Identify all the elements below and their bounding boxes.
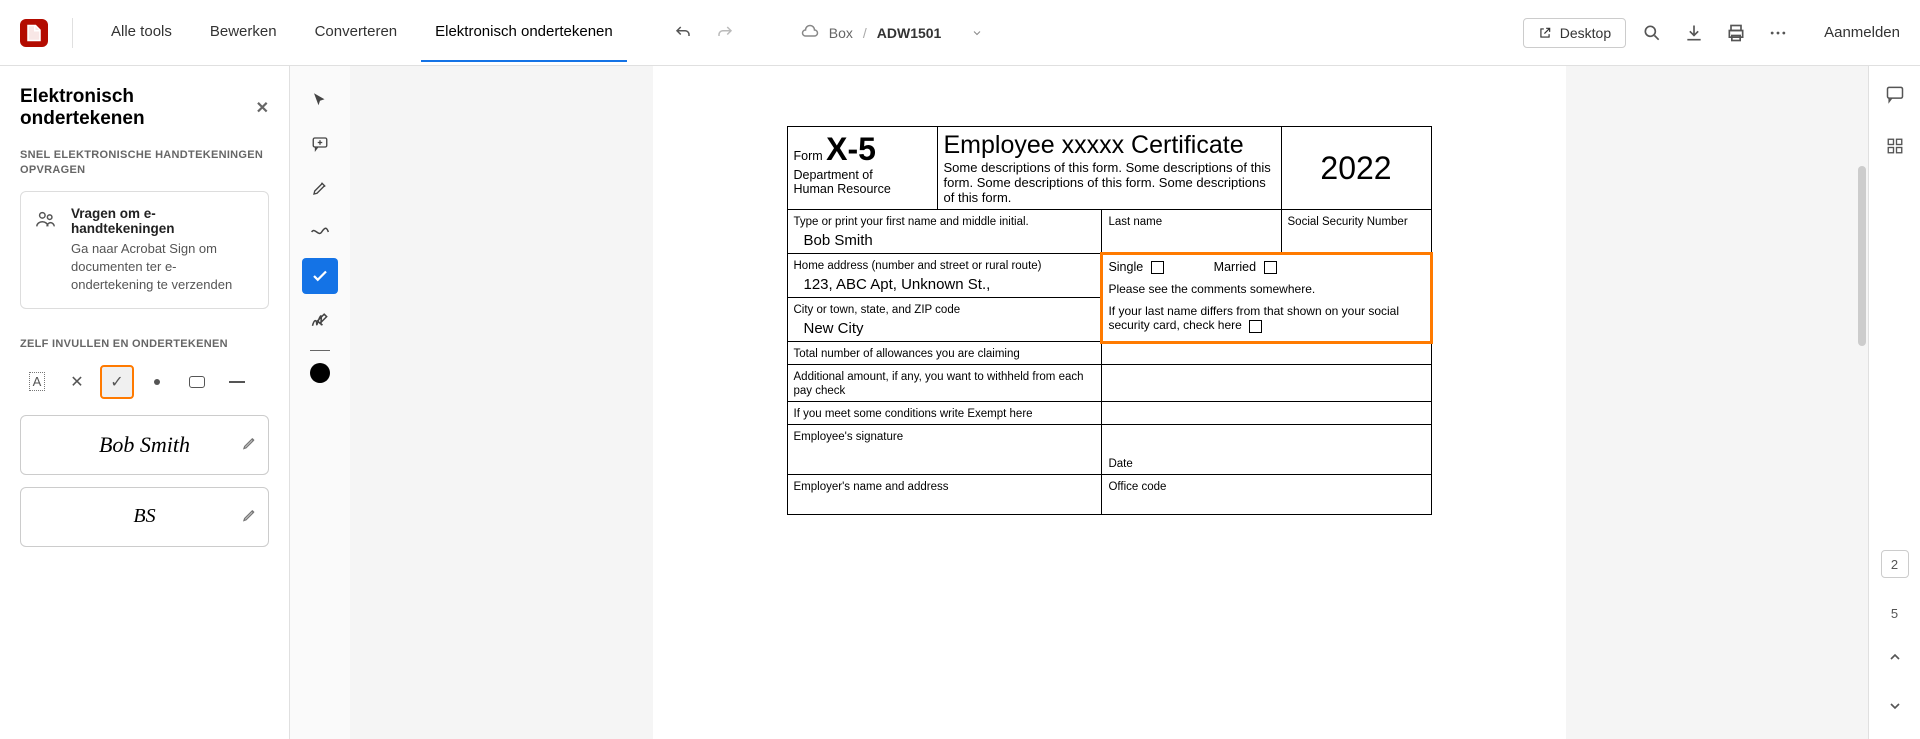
signature-box[interactable]: Bob Smith	[20, 415, 269, 475]
tool-select[interactable]	[302, 82, 338, 118]
fill-tools-row: A ✕ ✓	[20, 365, 269, 399]
edit-signature-button[interactable]	[242, 434, 258, 455]
cloud-icon	[801, 24, 819, 42]
scrollbar[interactable]	[1858, 166, 1866, 346]
current-page-indicator[interactable]: 2	[1881, 550, 1909, 578]
print-button[interactable]	[1720, 17, 1752, 49]
external-link-icon	[1538, 26, 1552, 40]
lastname-differs-checkbox[interactable]	[1249, 320, 1262, 333]
tab-all-tools[interactable]: Alle tools	[97, 3, 186, 62]
tab-convert[interactable]: Converteren	[301, 3, 412, 62]
page-down-button[interactable]	[1887, 698, 1903, 719]
tool-highlight[interactable]	[302, 170, 338, 206]
first-name-field[interactable]: Bob Smith	[794, 228, 1096, 249]
edit-initials-button[interactable]	[242, 506, 258, 527]
fill-tool-check[interactable]: ✓	[100, 365, 134, 399]
close-panel-button[interactable]: ✕	[256, 98, 269, 118]
breadcrumb-source[interactable]: Box	[829, 25, 853, 41]
more-menu-button[interactable]	[1762, 17, 1794, 49]
signin-link[interactable]: Aanmelden	[1824, 24, 1900, 41]
tool-draw[interactable]	[302, 214, 338, 250]
breadcrumb-docname[interactable]: ADW1501	[877, 25, 942, 41]
fill-tool-cross[interactable]: ✕	[60, 365, 94, 399]
fill-tool-dot[interactable]	[140, 365, 174, 399]
highlighted-region[interactable]: Single Married Please see the comments s…	[1102, 254, 1431, 342]
topbar: Alle tools Bewerken Converteren Elektron…	[0, 0, 1920, 66]
tool-checkmark-active[interactable]	[302, 258, 338, 294]
redo-button[interactable]	[709, 17, 741, 49]
total-pages: 5	[1891, 606, 1898, 621]
page-up-button[interactable]	[1887, 649, 1903, 670]
initials-box[interactable]: BS	[20, 487, 269, 547]
single-checkbox[interactable]	[1151, 261, 1164, 274]
tool-divider	[310, 350, 330, 351]
open-desktop-button[interactable]: Desktop	[1523, 18, 1626, 48]
tab-edit[interactable]: Bewerken	[196, 3, 291, 62]
color-picker[interactable]	[310, 363, 330, 383]
fill-tool-text[interactable]: A	[20, 365, 54, 399]
city-field[interactable]: New City	[794, 316, 1096, 337]
search-button[interactable]	[1636, 17, 1668, 49]
married-checkbox[interactable]	[1264, 261, 1277, 274]
undo-button[interactable]	[667, 17, 699, 49]
breadcrumb: Box / ADW1501	[801, 24, 984, 42]
chevron-down-icon[interactable]	[971, 27, 983, 39]
divider	[72, 18, 73, 48]
tool-comment[interactable]	[302, 126, 338, 162]
tool-strip	[290, 66, 350, 739]
section-fill-label: ZELF INVULLEN EN ONDERTEKENEN	[20, 337, 269, 352]
fill-tool-rect[interactable]	[180, 365, 214, 399]
people-icon	[35, 206, 59, 295]
tab-esign[interactable]: Elektronisch ondertekenen	[421, 3, 627, 62]
document-area[interactable]: Form X-5 Department of Human Resource Em…	[350, 66, 1868, 739]
document-page: Form X-5 Department of Human Resource Em…	[653, 66, 1566, 739]
section-request-label: SNEL ELEKTRONISCHE HANDTEKENINGEN OPVRAG…	[20, 148, 269, 179]
right-rail: 2 5	[1868, 66, 1920, 739]
address-field[interactable]: 123, ABC Apt, Unknown St.,	[794, 272, 1096, 293]
tool-sign[interactable]	[302, 302, 338, 338]
form-table: Form X-5 Department of Human Resource Em…	[787, 126, 1432, 515]
download-button[interactable]	[1678, 17, 1710, 49]
chat-icon[interactable]	[1885, 84, 1905, 109]
panel-title: Elektronisch ondertekenen ✕	[20, 86, 269, 130]
app-logo[interactable]	[20, 19, 48, 47]
fill-tool-line[interactable]	[220, 365, 254, 399]
grid-icon[interactable]	[1886, 137, 1904, 160]
request-signatures-card[interactable]: Vragen om e-handtekeningen Ga naar Acrob…	[20, 191, 269, 310]
left-panel: Elektronisch ondertekenen ✕ SNEL ELEKTRO…	[0, 66, 290, 739]
